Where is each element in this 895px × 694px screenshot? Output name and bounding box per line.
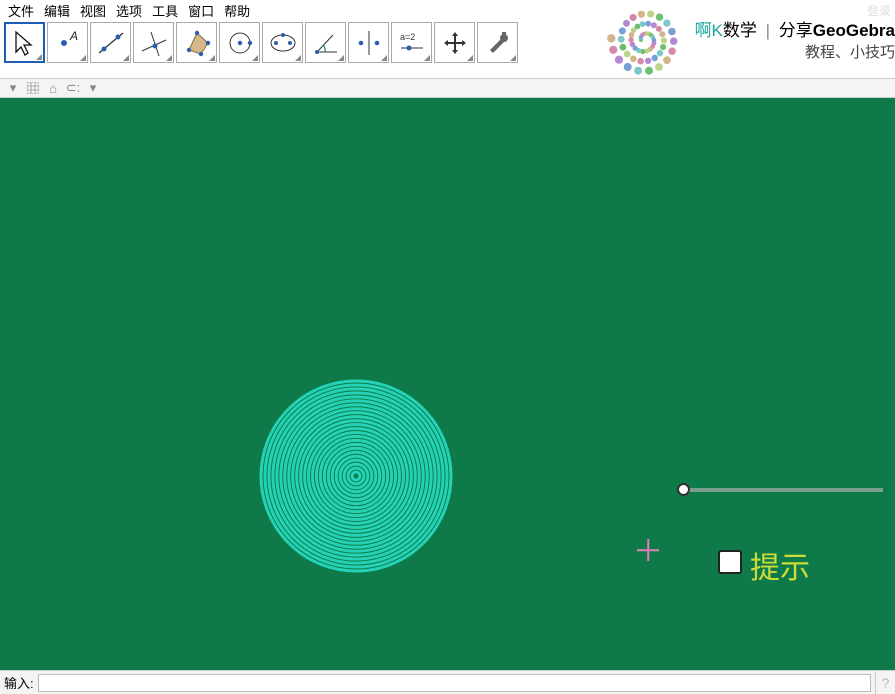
tool-move-view[interactable] — [434, 22, 475, 63]
menu-tools[interactable]: 工具 — [148, 1, 182, 20]
tool-conic[interactable] — [262, 22, 303, 63]
brand-ak: 啊K — [695, 21, 723, 40]
tool-circle[interactable] — [219, 22, 260, 63]
menu-file[interactable]: 文件 — [4, 1, 38, 20]
slider-track[interactable] — [683, 488, 883, 492]
tool-polygon[interactable] — [176, 22, 217, 63]
svg-text:a=2: a=2 — [400, 32, 415, 42]
command-input[interactable] — [38, 674, 871, 692]
input-label: 输入: — [0, 673, 38, 692]
brand-separator: | — [766, 21, 770, 40]
concentric-circles — [256, 376, 456, 576]
menu-edit[interactable]: 编辑 — [40, 1, 74, 20]
help-icon[interactable]: ? — [875, 672, 895, 694]
spiral-logo-icon — [597, 0, 687, 78]
menu-window[interactable]: 窗口 — [184, 1, 218, 20]
input-bar: 输入: ? — [0, 670, 895, 694]
tool-reflect[interactable] — [348, 22, 389, 63]
tool-angle[interactable] — [305, 22, 346, 63]
brand-area: 啊K数学 | 分享GeoGebra 教程、小技巧 — [597, 0, 895, 78]
menu-view[interactable]: 视图 — [76, 1, 110, 20]
brand-line2: 教程、小技巧 — [695, 41, 895, 62]
view-subbar: ▾ ⌂ ⊂: ▾ — [0, 78, 895, 98]
subbar-snap-icon[interactable]: ⊂: — [66, 81, 80, 95]
menu-help[interactable]: 帮助 — [220, 1, 254, 20]
tool-slider[interactable]: a=2 — [391, 22, 432, 63]
login-link[interactable]: 登录 — [867, 2, 891, 19]
brand-share: 分享GeoGebra — [779, 21, 895, 40]
subbar-grid-icon[interactable] — [26, 81, 40, 95]
tool-settings[interactable] — [477, 22, 518, 63]
tool-point[interactable]: A — [47, 22, 88, 63]
subbar-snap-dropdown-icon[interactable]: ▾ — [86, 81, 100, 95]
graphics-view[interactable]: 提示 — [0, 98, 895, 670]
hint-label: 提示 — [750, 543, 810, 587]
subbar-home-icon[interactable]: ⌂ — [46, 81, 60, 95]
slider-knob[interactable] — [677, 483, 690, 496]
tool-perpendicular[interactable] — [133, 22, 174, 63]
crosshair-icon — [637, 539, 659, 561]
tool-line[interactable] — [90, 22, 131, 63]
subbar-dropdown-icon[interactable]: ▾ — [6, 81, 20, 95]
brand-math: 数学 — [723, 21, 757, 40]
hint-checkbox[interactable] — [718, 550, 742, 574]
svg-text:A: A — [69, 29, 78, 43]
menu-options[interactable]: 选项 — [112, 1, 146, 20]
tool-move[interactable] — [4, 22, 45, 63]
